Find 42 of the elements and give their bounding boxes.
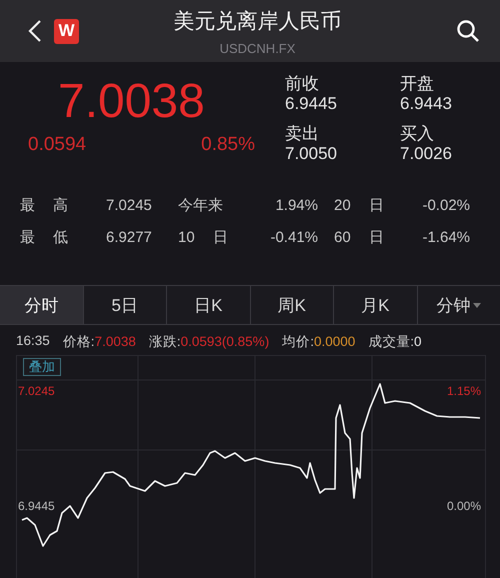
symbol-code: USDCNH.FX	[220, 40, 296, 56]
info-item: 成交量:0	[368, 333, 422, 351]
chart-tab[interactable]: 分时	[0, 286, 84, 324]
axis-label: 7.0245	[18, 384, 55, 398]
overlay-button[interactable]: 叠加	[23, 358, 61, 376]
axis-label: 1.15%	[446, 384, 481, 398]
field-label: 开盘	[400, 74, 435, 94]
time-label: 16:35	[16, 333, 50, 350]
chart-tab[interactable]: 周K	[250, 286, 334, 324]
stat-value: -0.02%	[422, 197, 470, 214]
app-logo: W	[54, 18, 79, 44]
stat-value: 7.0245	[106, 197, 152, 214]
info-item: 价格:7.0038	[62, 333, 136, 351]
stat-label: 最 高	[20, 196, 68, 215]
caret-icon	[473, 302, 482, 308]
stat-value: 1.94%	[275, 197, 318, 214]
change-percent: 0.85%	[201, 134, 255, 156]
stat-label: 20 日	[334, 196, 384, 215]
axis-label: 6.9445	[18, 499, 55, 513]
back-icon[interactable]	[28, 19, 42, 43]
stat-value: -1.64%	[422, 229, 470, 246]
axis-label: 0.00%	[446, 499, 481, 513]
price-change: 0.0594	[28, 134, 86, 156]
current-price: 7.0038	[57, 74, 206, 130]
window-title: 美元兑离岸人民币	[174, 8, 342, 34]
field-value: 7.0026	[400, 144, 453, 164]
field-value: 7.0050	[285, 144, 338, 164]
stat-label: 60 日	[334, 228, 384, 247]
stat-label: 最 低	[20, 228, 68, 247]
info-item: 均价:0.0000	[282, 333, 356, 351]
field-value: 6.9443	[400, 94, 453, 114]
search-icon[interactable]	[456, 19, 480, 43]
field-value: 6.9445	[285, 94, 338, 114]
field-label: 卖出	[285, 124, 320, 144]
stat-value: -0.41%	[270, 229, 318, 246]
stat-label: 今年来	[178, 196, 223, 215]
info-item: 涨跌:0.0593(0.85%)	[148, 333, 270, 351]
field-label: 前收	[285, 74, 320, 94]
field-label: 买入	[400, 124, 435, 144]
chart-tab[interactable]: 5日	[84, 286, 167, 324]
stat-value: 6.9277	[106, 229, 152, 246]
stat-label: 10 日	[178, 228, 228, 247]
